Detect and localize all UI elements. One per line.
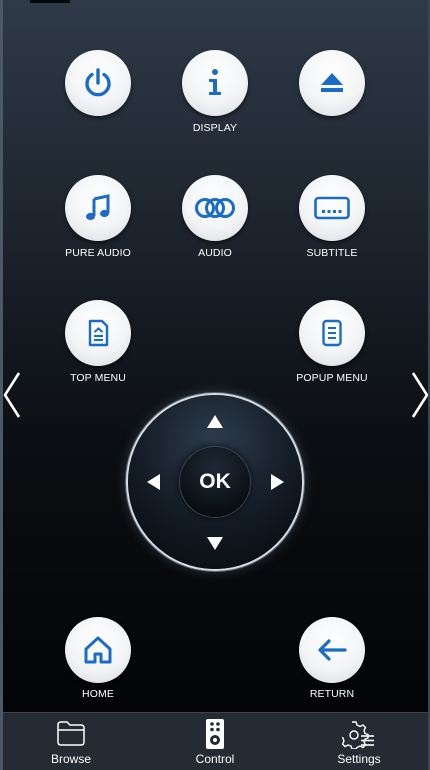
return-arrow-icon [318,639,347,661]
return-button[interactable] [299,617,365,683]
triangle-up-icon [207,414,223,428]
triangle-right-icon [270,474,284,490]
subtitle-button[interactable] [299,175,365,241]
music-note-icon [86,194,110,221]
chevron-left-icon [3,372,21,418]
audio-rings-icon [195,198,235,218]
top-menu-label: TOP MENU [70,372,126,384]
tab-control-label: Control [195,752,235,766]
folder-icon [57,721,85,746]
popup-menu-icon [322,319,342,347]
left-arrow-button[interactable] [141,470,165,494]
next-page-arrow[interactable] [408,368,430,422]
display-label: DISPLAY [192,122,238,134]
ok-button[interactable]: OK [180,447,250,517]
top-menu-button[interactable] [65,300,131,366]
eject-icon [321,73,343,92]
tab-control[interactable]: Control [155,713,275,770]
return-label: RETURN [309,688,355,700]
eject-button[interactable] [299,50,365,116]
direction-pad: OK [128,395,302,569]
right-arrow-button[interactable] [265,470,289,494]
subtitle-icon [314,196,350,220]
top-menu-icon [88,319,109,347]
down-arrow-button[interactable] [203,531,227,555]
display-button[interactable] [182,50,248,116]
home-label: HOME [82,688,114,700]
home-button[interactable] [65,617,131,683]
tab-browse-label: Browse [50,752,91,766]
power-icon [85,68,111,97]
tab-settings-label: Settings [337,752,381,766]
popup-menu-button[interactable] [299,300,365,366]
triangle-down-icon [207,536,223,550]
audio-button[interactable] [182,175,248,241]
home-icon [84,636,112,664]
pure-audio-button[interactable] [65,175,131,241]
up-arrow-button[interactable] [203,409,227,433]
triangle-left-icon [146,474,160,490]
popup-menu-label: POPUP MENU [296,372,368,384]
info-icon [209,69,221,95]
status-bar-fragment [30,0,70,3]
settings-icon [342,721,374,749]
previous-page-arrow[interactable] [0,368,24,422]
remote-icon [206,719,224,749]
chevron-right-icon [411,372,429,418]
power-button[interactable] [65,50,131,116]
bottom-tab-bar: Browse Control Settings [3,712,428,770]
audio-label: AUDIO [198,247,232,259]
subtitle-label: SUBTITLE [306,247,358,259]
pure-audio-label: PURE AUDIO [65,247,131,259]
tab-browse[interactable]: Browse [11,713,131,770]
remote-control-screen: DISPLAY PURE AUDIO AUDIO SUBTITLE TOP ME… [0,0,430,770]
tab-settings[interactable]: Settings [299,713,419,770]
